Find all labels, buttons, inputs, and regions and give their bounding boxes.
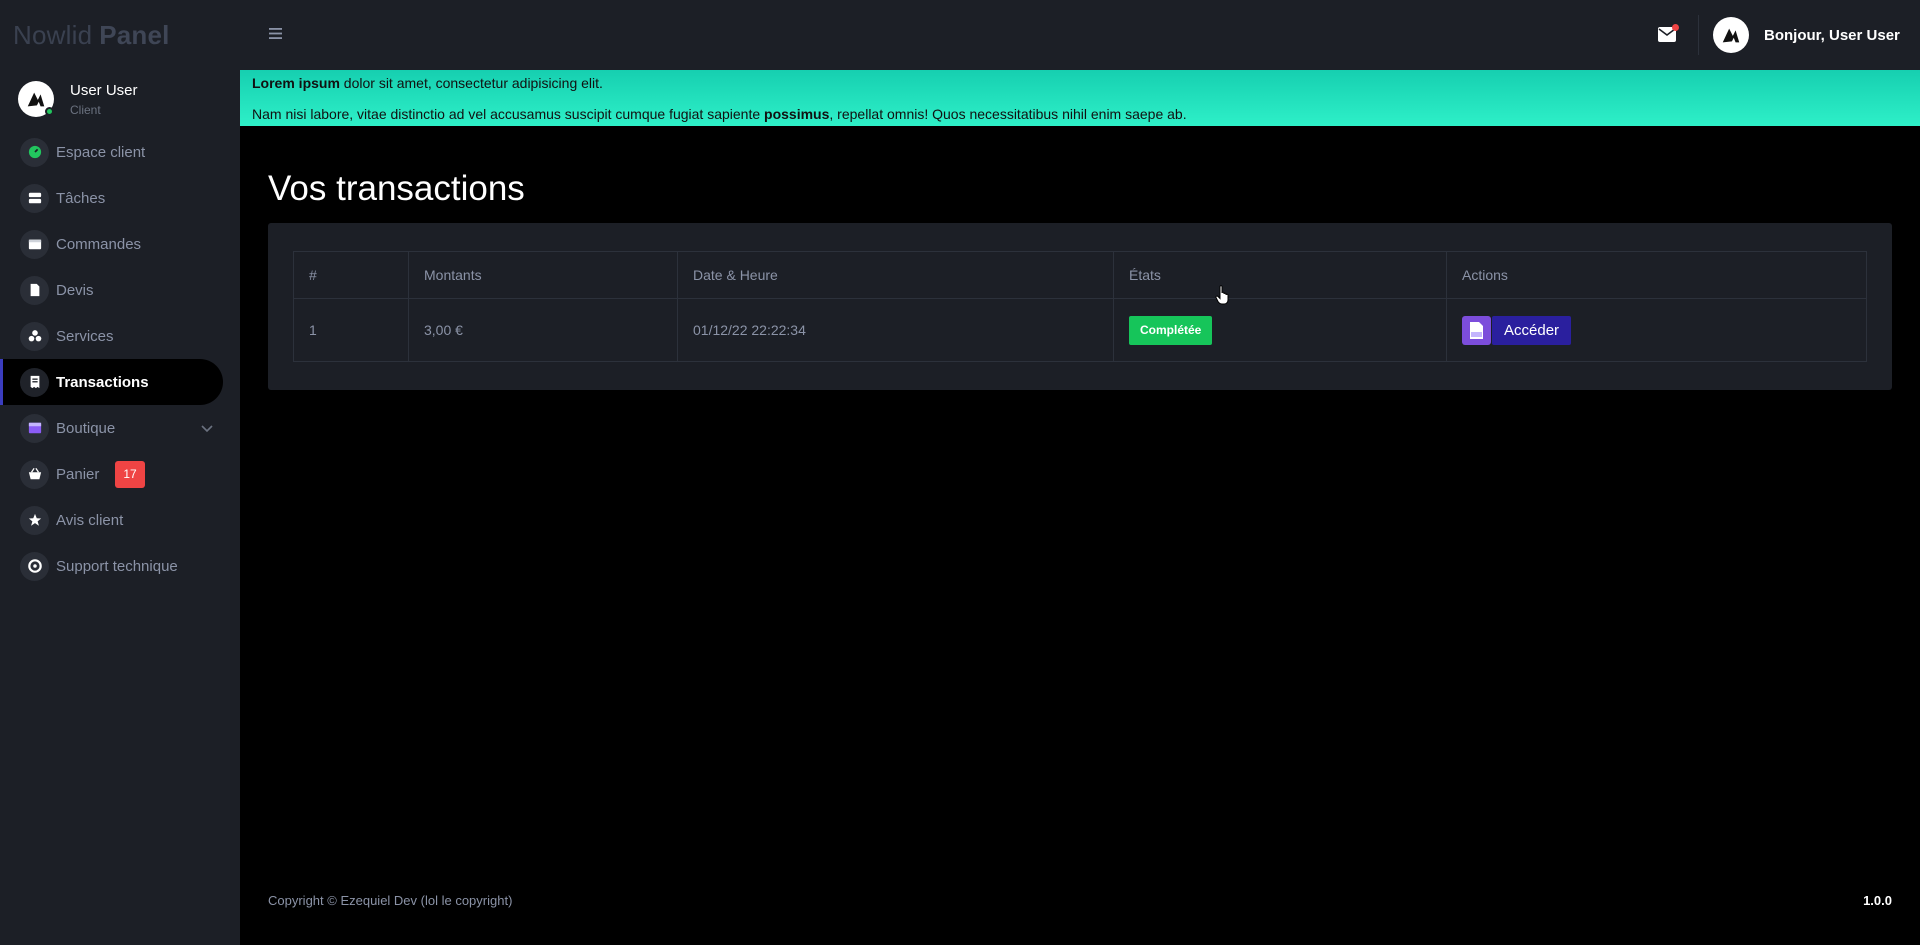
chevron-down-icon[interactable] xyxy=(200,421,214,435)
star-icon xyxy=(28,513,41,526)
sidebar-item-support-technique[interactable]: Support technique xyxy=(0,543,240,589)
logo-icon xyxy=(1722,28,1740,43)
sidebar-item-label: Commandes xyxy=(56,235,142,253)
copyright-text: Copyright © Ezequiel Dev (lol le copyrig… xyxy=(268,893,513,908)
messages-button[interactable] xyxy=(1658,24,1679,42)
sidebar-item-label: Avis client xyxy=(56,511,124,529)
receipt-icon xyxy=(30,375,39,389)
topbar: Bonjour, User User xyxy=(240,0,1920,70)
shop-icon xyxy=(28,422,41,434)
page-title: Vos transactions xyxy=(268,169,525,208)
lifebuoy-icon xyxy=(27,559,42,573)
cart-count-badge: 17 xyxy=(115,460,145,488)
sidebar-item-label: Panier xyxy=(56,465,100,483)
banner-bold-text: Lorem ipsum xyxy=(252,75,340,91)
user-profile[interactable]: User User Client xyxy=(0,70,240,128)
user-greeting[interactable]: Bonjour, User User xyxy=(1764,27,1900,44)
sidebar-nav: Espace client Tâches Commandes Devis Ser… xyxy=(0,129,240,589)
banner-line-2: Nam nisi labore, vitae distinctio ad vel… xyxy=(252,106,1187,122)
sidebar-item-services[interactable]: Services xyxy=(0,313,240,359)
dashboard-icon xyxy=(28,145,41,159)
basket-icon xyxy=(28,467,41,480)
version-label: 1.0.0 xyxy=(1863,893,1892,908)
sidebar: Nowlid Panel User User Client Espace cli… xyxy=(0,0,240,945)
avatar xyxy=(18,81,54,117)
hand-cursor-icon xyxy=(1215,285,1229,305)
download-pdf-button[interactable] xyxy=(1462,315,1491,345)
banner-text: dolor sit amet, consectetur adipisicing … xyxy=(339,75,603,91)
sidebar-item-transactions[interactable]: Transactions xyxy=(0,359,223,405)
sidebar-item-label: Espace client xyxy=(56,143,146,161)
sidebar-item-label: Boutique xyxy=(56,419,116,437)
sidebar-item-boutique[interactable]: Boutique xyxy=(0,405,240,451)
sidebar-item-label: Transactions xyxy=(56,373,149,391)
brand-name: Nowlid xyxy=(13,19,93,50)
notification-dot xyxy=(1672,24,1679,31)
sidebar-item-avis-client[interactable]: Avis client xyxy=(0,497,240,543)
column-header-status: États xyxy=(1113,251,1447,299)
banner-line-1: Lorem ipsum dolor sit amet, consectetur … xyxy=(252,75,603,91)
status-badge: Complétée xyxy=(1129,315,1213,345)
menu-toggle-icon[interactable] xyxy=(269,27,282,40)
logo-icon xyxy=(27,92,45,107)
services-icon xyxy=(28,330,41,342)
column-header-actions: Actions xyxy=(1446,251,1867,299)
user-name: User User xyxy=(70,81,138,99)
transactions-table: # Montants Date & Heure États Actions 1 … xyxy=(293,251,1867,362)
sidebar-item-espace-client[interactable]: Espace client xyxy=(0,129,240,175)
cell-actions: Accéder xyxy=(1446,298,1867,362)
cell-amount: 3,00 € xyxy=(408,298,678,362)
box-icon xyxy=(28,239,41,250)
tasks-icon xyxy=(28,192,41,204)
transactions-card: # Montants Date & Heure États Actions 1 … xyxy=(268,223,1892,390)
table-header-row: # Montants Date & Heure États Actions xyxy=(293,251,1867,299)
banner-bold-text: possimus xyxy=(764,106,830,122)
user-avatar-button[interactable] xyxy=(1713,17,1749,53)
user-role: Client xyxy=(70,102,101,117)
sidebar-item-label: Devis xyxy=(56,281,94,299)
divider xyxy=(1698,15,1699,55)
access-button[interactable]: Accéder xyxy=(1492,315,1572,345)
sidebar-item-label: Support technique xyxy=(56,557,178,575)
cell-id: 1 xyxy=(293,298,409,362)
column-header-id: # xyxy=(293,251,409,299)
sidebar-item-panier[interactable]: Panier 17 xyxy=(0,451,240,497)
sidebar-item-taches[interactable]: Tâches xyxy=(0,175,240,221)
brand-logo[interactable]: Nowlid Panel xyxy=(0,0,240,70)
brand-name-bold: Panel xyxy=(99,19,170,50)
sidebar-item-commandes[interactable]: Commandes xyxy=(0,221,240,267)
document-icon xyxy=(30,283,39,297)
sidebar-item-devis[interactable]: Devis xyxy=(0,267,240,313)
cell-datetime: 01/12/22 22:22:34 xyxy=(677,298,1114,362)
banner-text: , repellat omnis! Quos necessitatibus ni… xyxy=(829,106,1187,122)
banner-text: Nam nisi labore, vitae distinctio ad vel… xyxy=(252,106,765,122)
announcement-banner: Lorem ipsum dolor sit amet, consectetur … xyxy=(240,70,1920,126)
online-status-dot xyxy=(45,107,54,116)
cell-status: Complétée xyxy=(1113,298,1447,362)
sidebar-item-label: Services xyxy=(56,327,114,345)
column-header-amount: Montants xyxy=(408,251,678,299)
table-row: 1 3,00 € 01/12/22 22:22:34 Complétée Acc… xyxy=(293,298,1867,362)
column-header-datetime: Date & Heure xyxy=(677,251,1114,299)
sidebar-item-label: Tâches xyxy=(56,189,106,207)
pdf-file-icon xyxy=(1470,321,1483,339)
